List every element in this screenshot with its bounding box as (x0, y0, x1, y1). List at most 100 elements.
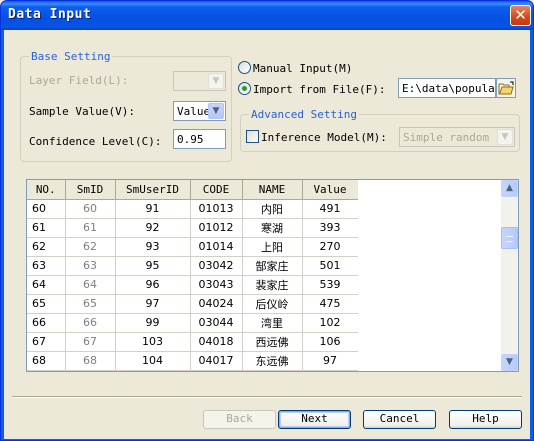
cell-value: 501 (302, 256, 359, 276)
cell-value: 539 (302, 275, 359, 295)
cell-no: 67 (27, 332, 66, 352)
layer-field-label: Layer Field(L): (29, 74, 129, 87)
table-row[interactable]: 66 66 99 03044 湾里 102 (27, 313, 359, 333)
cell-value: 102 (302, 313, 359, 333)
cell-no: 63 (27, 256, 66, 276)
cancel-button[interactable]: Cancel (363, 410, 436, 429)
help-button[interactable]: Help (449, 410, 522, 429)
table-row[interactable]: 67 67 103 04018 西远佛 106 (27, 332, 359, 352)
data-grid[interactable]: NO. SmID SmUserID CODE NAME Value 60 60 91… (26, 179, 519, 372)
data-table: NO. SmID SmUserID CODE NAME Value 60 60 91… (27, 180, 359, 371)
cell-no: 66 (27, 313, 66, 333)
dialog-client: Base Setting Layer Field(L): ▼ Sample Va… (4, 30, 530, 439)
layer-field-select[interactable]: ▼ (173, 71, 226, 91)
cell-name: 西远佛 (242, 332, 303, 352)
advanced-setting-title: Advanced Setting (249, 108, 359, 121)
cell-no: 64 (27, 275, 66, 295)
cell-code: 04024 (190, 294, 243, 314)
inference-model-checkbox[interactable] (246, 130, 259, 143)
table-row[interactable]: 65 65 97 04024 后仪岭 475 (27, 294, 359, 314)
column-header-code[interactable]: CODE (190, 180, 243, 200)
window-title: Data Input (8, 7, 92, 22)
confidence-level-label: Confidence Level(C): (29, 135, 162, 148)
cell-name: 湾里 (242, 313, 303, 333)
cell-no: 60 (27, 199, 66, 219)
cell-code: 03042 (190, 256, 243, 276)
cell-value: 393 (302, 218, 359, 238)
browse-button[interactable] (496, 78, 516, 98)
cell-name: 寒湖 (242, 218, 303, 238)
cell-value: 475 (302, 294, 359, 314)
inference-model-label[interactable]: Inference Model(M): (261, 131, 387, 144)
next-button[interactable]: Next (278, 410, 351, 429)
back-button[interactable]: Back (203, 410, 276, 429)
cell-smuserid: 103 (115, 332, 191, 352)
cell-smid: 60 (65, 199, 116, 219)
cell-smid: 65 (65, 294, 116, 314)
column-header-smid[interactable]: SmID (65, 180, 116, 200)
import-from-file-label[interactable]: Import from File(F): (253, 83, 385, 96)
cell-no: 61 (27, 218, 66, 238)
close-icon: ✕ (514, 6, 527, 24)
column-header-name[interactable]: NAME (242, 180, 303, 200)
sample-value-label: Sample Value(V): (29, 105, 135, 118)
table-row[interactable]: 62 62 93 01014 上阳 270 (27, 237, 359, 257)
scroll-down-button[interactable]: ▼ (501, 354, 518, 371)
column-header-smuserid[interactable]: SmUserID (115, 180, 191, 200)
cell-name: 上阳 (242, 237, 303, 257)
open-folder-icon (498, 81, 514, 95)
cell-name: 裴家庄 (242, 275, 303, 295)
table-row[interactable]: 64 64 96 03043 裴家庄 539 (27, 275, 359, 295)
cell-smuserid: 97 (115, 294, 191, 314)
grid-empty-area (358, 180, 501, 371)
title-bar[interactable]: Data Input ✕ (1, 1, 533, 30)
cell-name: 庸家沟 (242, 370, 303, 371)
inference-model-select[interactable]: Simple random se ▼ (399, 127, 515, 147)
table-row[interactable]: 68 68 104 04017 东远佛 97 (27, 351, 359, 371)
cell-name: 郜家庄 (242, 256, 303, 276)
cell-code: 04018 (190, 332, 243, 352)
cell-no: 65 (27, 294, 66, 314)
cell-value: 923 (302, 370, 359, 371)
table-row[interactable]: 60 60 91 01013 内阳 491 (27, 199, 359, 219)
cell-smid: 68 (65, 351, 116, 371)
chevron-up-icon: ▲ (506, 183, 513, 193)
cell-smid: 66 (65, 313, 116, 333)
cell-smuserid: 92 (115, 218, 191, 238)
column-header-value[interactable]: Value (302, 180, 359, 200)
chevron-down-icon[interactable]: ▼ (208, 103, 224, 119)
cell-smid: 61 (65, 218, 116, 238)
confidence-level-input[interactable]: 0.95 (173, 129, 226, 149)
manual-input-label[interactable]: Manual Input(M) (253, 62, 352, 75)
cell-no: 62 (27, 237, 66, 257)
scroll-thumb[interactable] (501, 227, 518, 249)
file-path-input[interactable]: E:\data\populat (398, 78, 496, 98)
table-row[interactable]: 696910504019庸家沟923 (27, 370, 359, 371)
column-header-no[interactable]: NO. (27, 180, 66, 200)
cell-code: 04017 (190, 351, 243, 371)
cell-smid: 69 (65, 370, 116, 371)
table-row[interactable]: 63 63 95 03042 郜家庄 501 (27, 256, 359, 276)
cell-code: 01014 (190, 237, 243, 257)
close-button[interactable]: ✕ (510, 5, 531, 26)
scroll-up-button[interactable]: ▲ (501, 180, 518, 197)
manual-input-radio[interactable] (238, 61, 251, 74)
base-setting-title: Base Setting (29, 50, 113, 63)
separator (12, 396, 522, 398)
cell-smuserid: 104 (115, 351, 191, 371)
cell-code: 01012 (190, 218, 243, 238)
cell-smuserid: 105 (115, 370, 191, 371)
import-from-file-radio[interactable] (238, 82, 251, 95)
cell-smid: 67 (65, 332, 116, 352)
vertical-scrollbar[interactable]: ▲ ▼ (501, 180, 518, 371)
table-row[interactable]: 61 61 92 01012 寒湖 393 (27, 218, 359, 238)
cell-name: 东远佛 (242, 351, 303, 371)
cell-smuserid: 99 (115, 313, 191, 333)
sample-value-select[interactable]: Value ▼ (173, 101, 226, 121)
cell-smuserid: 96 (115, 275, 191, 295)
cell-smid: 63 (65, 256, 116, 276)
chevron-down-icon: ▼ (506, 357, 513, 367)
cell-smuserid: 95 (115, 256, 191, 276)
cell-value: 491 (302, 199, 359, 219)
cell-value: 270 (302, 237, 359, 257)
